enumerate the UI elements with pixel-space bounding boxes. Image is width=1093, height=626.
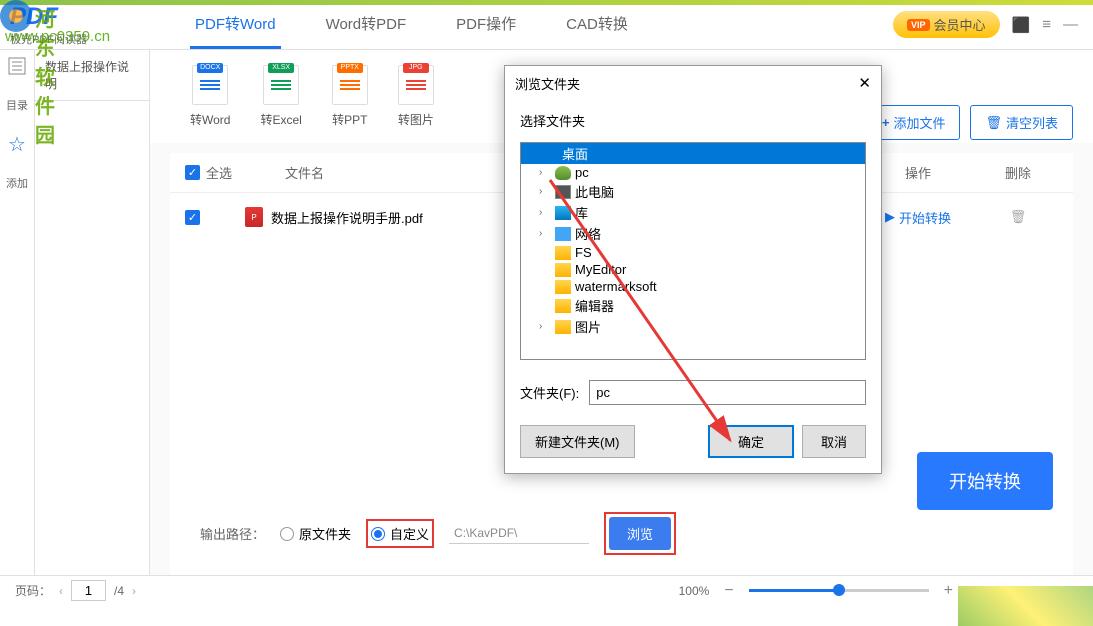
minimize-icon[interactable]: — [1063,16,1078,33]
cancel-button[interactable]: 取消 [802,425,866,458]
pc-icon [555,185,571,199]
zoom-in-icon[interactable]: + [944,582,953,600]
next-page-icon[interactable]: › [132,584,136,598]
trash-icon: 🗑 [985,115,1002,131]
clear-list-button[interactable]: 🗑 清空列表 [970,105,1073,140]
browse-folder-dialog: 浏览文件夹 ✕ 选择文件夹 桌面›pc›此电脑›库›网络FSMyEditorwa… [504,65,882,474]
select-all-checkbox[interactable]: ✓ [185,165,200,180]
vip-icon: VIP [907,19,930,31]
play-icon: ▶ [885,209,895,225]
delete-icon[interactable]: 🗑 [1010,209,1027,224]
output-path-label: 输出路径： [200,524,265,543]
tab-2[interactable]: PDF操作 [451,1,521,49]
catalog-icon[interactable] [6,55,28,77]
logo: PDF 极光PDF阅读器 [10,3,160,47]
custom-folder-radio[interactable]: 自定义 [371,524,429,543]
folder-icon [555,299,571,313]
folder-tree[interactable]: 桌面›pc›此电脑›库›网络FSMyEditorwatermarksoft编辑器… [520,142,866,360]
menu-icon[interactable]: ≡ [1042,16,1051,33]
catalog-label: 目录 [6,97,28,113]
plus-icon: + [882,115,890,130]
new-folder-button[interactable]: 新建文件夹(M) [520,425,635,458]
select-folder-label: 选择文件夹 [520,111,866,130]
page-label: 页码： [15,582,51,599]
prev-page-icon[interactable]: ‹ [59,584,63,598]
tree-item-桌面[interactable]: 桌面 [521,143,865,164]
document-tab[interactable]: 数据上报操作说明 [35,50,149,101]
folder-icon [555,280,571,294]
tree-item-此电脑[interactable]: ›此电脑 [521,181,865,202]
close-icon[interactable]: ✕ [858,74,871,93]
zoom-slider[interactable] [749,589,929,592]
conversion-转图片[interactable]: JPG转图片 [398,65,434,128]
original-folder-radio[interactable]: 原文件夹 [280,524,351,543]
net-icon [555,227,571,241]
file-checkbox[interactable]: ✓ [185,210,200,225]
user-icon [555,166,571,180]
tree-item-watermarksoft[interactable]: watermarksoft [521,278,865,295]
tab-0[interactable]: PDF转Word [190,1,281,49]
desktop-icon [542,147,558,161]
folder-icon [555,320,571,334]
tab-1[interactable]: Word转PDF [321,1,412,49]
lib-icon [555,206,571,220]
tree-item-编辑器[interactable]: 编辑器 [521,295,865,316]
total-pages: /4 [114,584,124,598]
monitor-icon[interactable]: ⬛ [1012,16,1031,34]
tab-3[interactable]: CAD转换 [561,1,633,49]
tree-item-库[interactable]: ›库 [521,202,865,223]
dialog-title: 浏览文件夹 [515,74,580,93]
add-label: 添加 [6,175,28,191]
ok-button[interactable]: 确定 [708,425,794,458]
tree-item-图片[interactable]: ›图片 [521,316,865,337]
zoom-out-icon[interactable]: − [724,582,733,600]
tree-item-MyEditor[interactable]: MyEditor [521,261,865,278]
star-icon[interactable]: ☆ [6,133,28,155]
path-input[interactable] [449,523,589,544]
start-convert-button[interactable]: 开始转换 [917,452,1053,510]
conversion-转Word[interactable]: DOCX转Word [190,65,230,128]
pdf-icon: P [245,207,263,227]
vip-button[interactable]: VIP 会员中心 [893,11,1000,38]
folder-icon [555,263,571,277]
folder-name-input[interactable] [589,380,866,405]
tree-item-FS[interactable]: FS [521,244,865,261]
folder-icon [555,246,571,260]
tree-item-网络[interactable]: ›网络 [521,223,865,244]
zoom-value: 100% [679,584,710,598]
top-bar: PDF 极光PDF阅读器 PDF转WordWord转PDFPDF操作CAD转换 … [0,0,1093,50]
page-input[interactable] [71,580,106,601]
conversion-转PPT[interactable]: PPTX转PPT [332,65,368,128]
folder-label: 文件夹(F): [520,383,579,402]
browse-button[interactable]: 浏览 [609,517,671,550]
tree-item-pc[interactable]: ›pc [521,164,865,181]
left-sidebar: 目录 ☆ 添加 [0,50,35,575]
conversion-转Excel[interactable]: XLSX转Excel [260,65,301,128]
